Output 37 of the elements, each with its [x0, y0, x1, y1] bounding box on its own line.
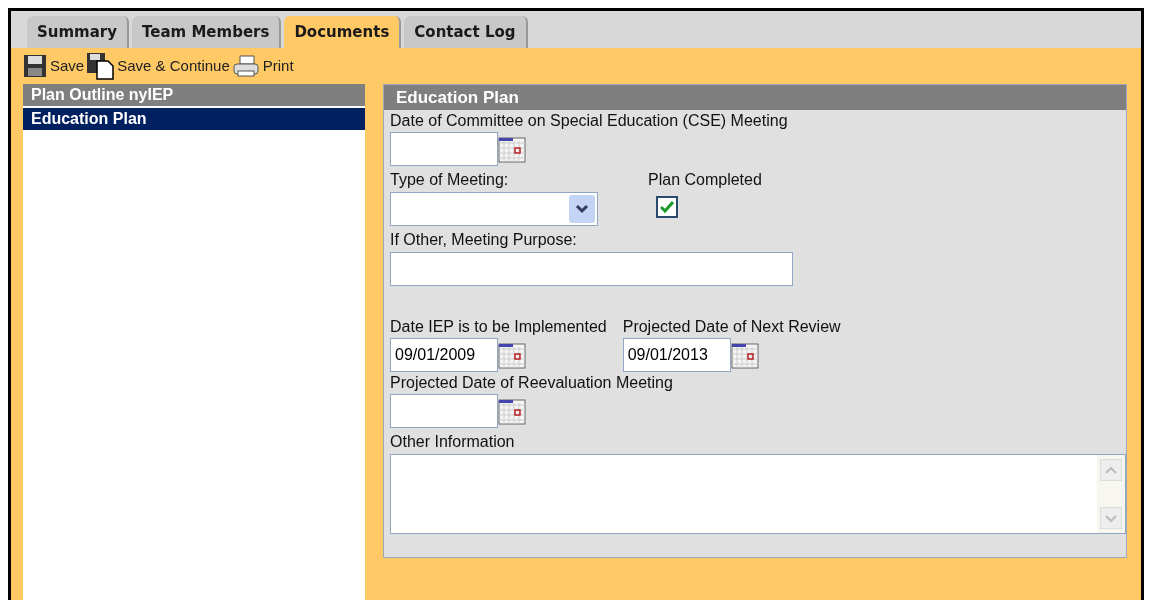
- field-label: Plan Completed: [648, 170, 762, 190]
- date-field[interactable]: 09/01/2009: [390, 338, 498, 372]
- chevron-down-icon: [569, 195, 595, 223]
- date-field[interactable]: 09/01/2013: [622, 338, 731, 372]
- date-field[interactable]: [390, 132, 498, 166]
- checkmark-icon: [660, 201, 674, 213]
- panel-header: Education Plan: [384, 85, 1126, 110]
- scrollbar[interactable]: [1097, 455, 1125, 533]
- tab[interactable]: Team Members: [132, 16, 282, 48]
- printer-icon: [231, 54, 260, 78]
- meeting-purpose-field[interactable]: [390, 252, 793, 286]
- field-label: Other Information: [390, 432, 516, 452]
- tab[interactable]: Documents: [284, 16, 402, 48]
- panel-header: Plan Outline nyIEP: [23, 84, 365, 106]
- field-label: Date IEP is to be Implemented: [390, 317, 607, 337]
- calendar-icon[interactable]: [498, 397, 526, 425]
- field-label: Type of Meeting:: [390, 170, 510, 190]
- field-label: If Other, Meeting Purpose:: [390, 230, 578, 250]
- calendar-icon[interactable]: [730, 341, 759, 369]
- field-label: Projected Date of Next Review: [622, 317, 841, 337]
- field-label: Date of Committee on Special Education (CSE) Meeting: [390, 111, 789, 131]
- field-label: Projected Date of Reevaluation Meeting: [390, 373, 674, 393]
- other-information-textarea[interactable]: [390, 454, 1126, 534]
- calendar-icon[interactable]: [498, 341, 526, 369]
- checkbox[interactable]: [656, 196, 678, 218]
- chevron-up-icon[interactable]: [1100, 459, 1122, 481]
- floppy-document-icon: [86, 52, 115, 80]
- toolbar-button[interactable]: Print: [231, 54, 294, 78]
- chevron-down-icon[interactable]: [1100, 507, 1122, 529]
- tab[interactable]: Summary: [27, 16, 130, 48]
- tab[interactable]: Contact Log: [404, 16, 528, 48]
- meeting-type-dropdown[interactable]: [390, 192, 598, 226]
- date-field[interactable]: [390, 394, 498, 428]
- toolbar-button[interactable]: Save & Continue: [86, 52, 230, 80]
- calendar-icon[interactable]: [498, 135, 526, 163]
- toolbar-button[interactable]: Save: [23, 54, 85, 78]
- outline-item[interactable]: Education Plan: [23, 108, 365, 130]
